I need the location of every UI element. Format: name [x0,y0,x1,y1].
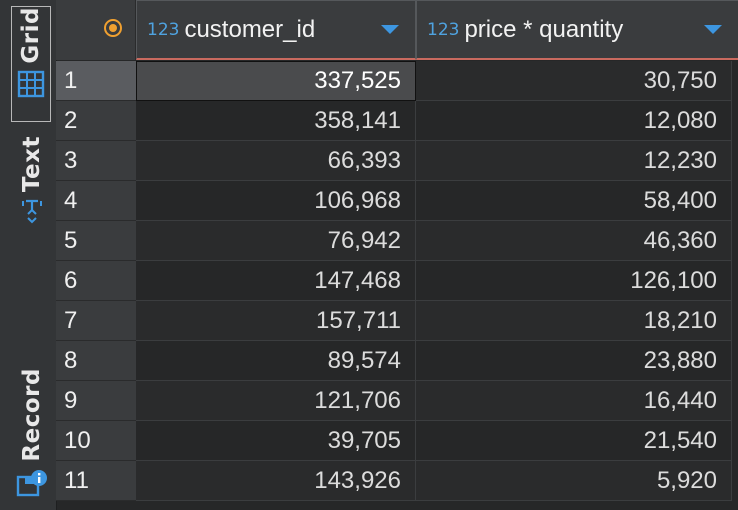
cell-customer-id[interactable]: 358,141 [136,101,416,141]
results-grid: 123 customer_id 123 price * quantity 1 33… [56,0,738,510]
cell-customer-id[interactable]: 157,711 [136,301,416,341]
table-row[interactable]: 9 121,706 16,440 [56,381,738,421]
text-cursor-icon [20,198,44,228]
cell-customer-id[interactable]: 147,468 [136,261,416,301]
column-header-customer-id[interactable]: 123 customer_id [136,0,416,60]
record-view-label: Record [19,368,45,462]
row-number[interactable]: 11 [56,461,136,501]
column-header-label: customer_id [184,15,316,43]
grid-icon [17,70,45,102]
table-row[interactable]: 3 66,393 12,230 [56,141,738,181]
cell-price-quantity[interactable]: 23,880 [416,341,732,381]
row-number[interactable]: 9 [56,381,136,421]
row-number[interactable]: 6 [56,261,136,301]
cell-price-quantity[interactable]: 126,100 [416,261,732,301]
cell-customer-id[interactable]: 66,393 [136,141,416,181]
table-row[interactable]: 7 157,711 18,210 [56,301,738,341]
view-mode-sidebar: Grid Text Record [0,0,57,510]
sort-arrow-icon[interactable] [704,25,722,34]
table-row[interactable]: 2 358,141 12,080 [56,101,738,141]
cell-price-quantity[interactable]: 12,230 [416,141,732,181]
cell-price-quantity[interactable]: 46,360 [416,221,732,261]
cell-price-quantity[interactable]: 18,210 [416,301,732,341]
row-number[interactable]: 5 [56,221,136,261]
cell-customer-id[interactable]: 121,706 [136,381,416,421]
grid-view-button[interactable]: Grid [11,6,51,122]
column-header-price-quantity[interactable]: 123 price * quantity [416,0,738,60]
text-view-button[interactable]: Text [12,136,52,236]
results-viewer: Grid Text Record 123 customer_id 123 pri… [0,0,738,510]
header-corner [56,0,136,60]
numeric-type-icon: 123 [427,19,460,40]
cell-customer-id[interactable]: 76,942 [136,221,416,261]
grid-view-label: Grid [18,7,44,64]
cell-customer-id[interactable]: 39,705 [136,421,416,461]
sort-arrow-icon[interactable] [381,25,399,34]
row-number[interactable]: 2 [56,101,136,141]
cell-price-quantity[interactable]: 21,540 [416,421,732,461]
row-number[interactable]: 10 [56,421,136,461]
cell-customer-id[interactable]: 106,968 [136,181,416,221]
text-view-label: Text [19,136,45,193]
cell-customer-id[interactable]: 337,525 [136,61,416,101]
row-number[interactable]: 4 [56,181,136,221]
table-row[interactable]: 11 143,926 5,920 [56,461,738,501]
table-row[interactable]: 10 39,705 21,540 [56,421,738,461]
cell-price-quantity[interactable]: 12,080 [416,101,732,141]
column-header-label: price * quantity [464,15,624,43]
cell-price-quantity[interactable]: 58,400 [416,181,732,221]
cell-customer-id[interactable]: 143,926 [136,461,416,501]
table-row[interactable]: 1 337,525 30,750 [56,61,738,101]
cell-price-quantity[interactable]: 30,750 [416,61,732,101]
cell-price-quantity[interactable]: 16,440 [416,381,732,421]
table-row[interactable]: 4 106,968 58,400 [56,181,738,221]
table-row[interactable]: 5 76,942 46,360 [56,221,738,261]
record-indicator-icon[interactable] [103,18,123,42]
row-number[interactable]: 8 [56,341,136,381]
record-icon [15,468,49,502]
cell-customer-id[interactable]: 89,574 [136,341,416,381]
row-number[interactable]: 1 [56,61,136,101]
row-number[interactable]: 7 [56,301,136,341]
cell-price-quantity[interactable]: 5,920 [416,461,732,501]
numeric-type-icon: 123 [147,19,180,40]
record-view-button[interactable]: Record [12,368,52,496]
table-row[interactable]: 6 147,468 126,100 [56,261,738,301]
row-number[interactable]: 3 [56,141,136,181]
table-row[interactable]: 8 89,574 23,880 [56,341,738,381]
